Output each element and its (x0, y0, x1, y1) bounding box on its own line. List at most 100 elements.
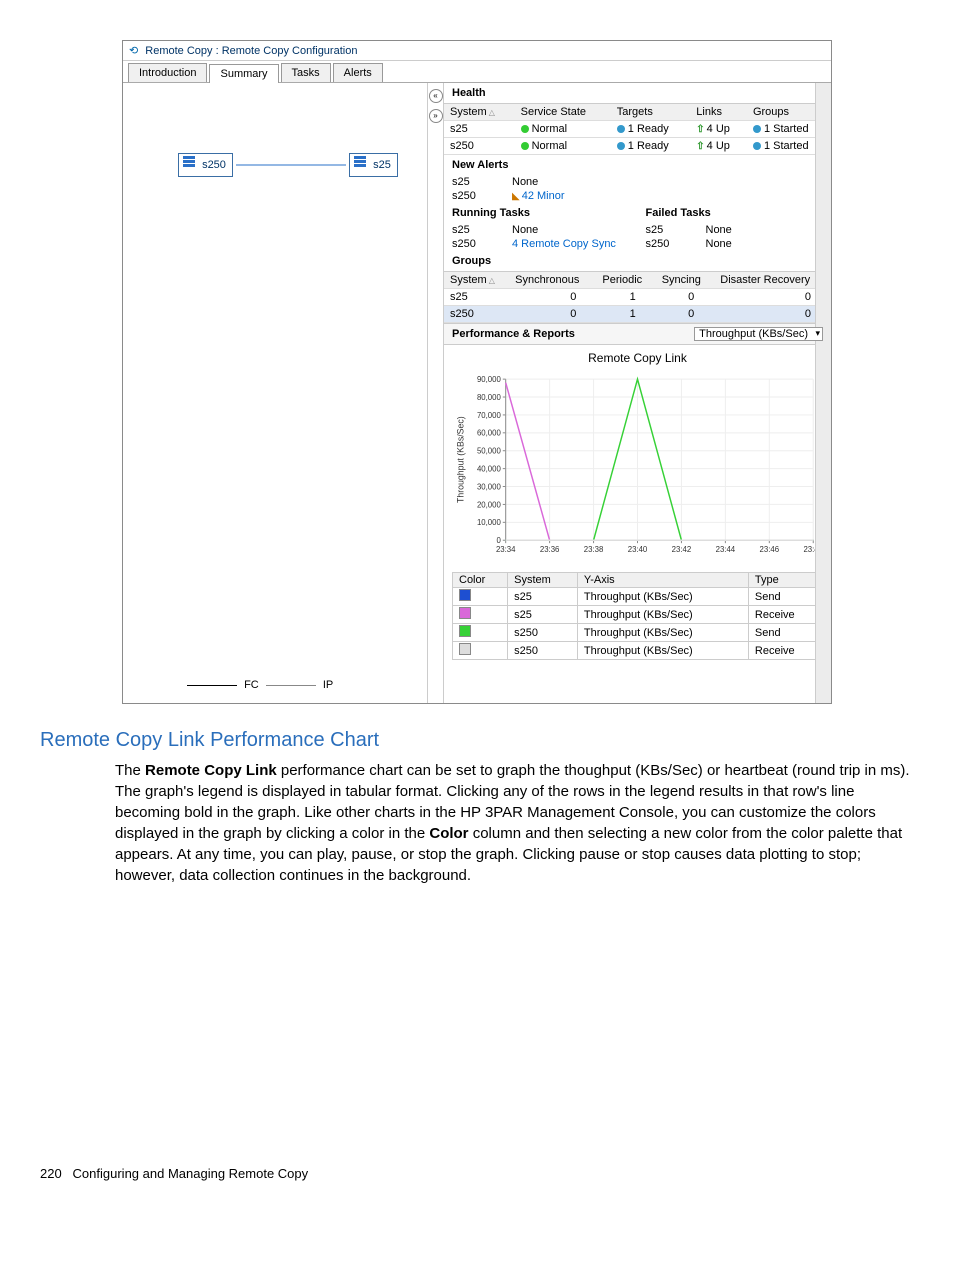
scrollbar-vertical[interactable] (815, 83, 831, 703)
table-row[interactable]: s25 Normal 1 Ready ⇧4 Up 1 Started (444, 121, 831, 138)
svg-text:20,000: 20,000 (477, 500, 502, 509)
server-icon (183, 156, 197, 174)
chart-metric-select[interactable]: Throughput (KBs/Sec) (694, 327, 823, 341)
topology-node-left[interactable]: s250 (178, 153, 233, 177)
svg-text:90,000: 90,000 (477, 375, 502, 384)
perf-header: Performance & Reports (452, 328, 575, 340)
svg-text:23:38: 23:38 (584, 545, 604, 554)
table-row[interactable]: s250 Normal 1 Ready ⇧4 Up 1 Started (444, 138, 831, 155)
list-item: s25 None (444, 175, 831, 189)
chart-title: Remote Copy Link (452, 349, 823, 367)
alert-minor-icon: ◣ (512, 191, 520, 202)
alerts-link[interactable]: 42 Minor (522, 190, 565, 202)
list-item: s250 4 Remote Copy Sync (444, 237, 638, 251)
status-dot-icon (753, 125, 761, 133)
col-targets[interactable]: Targets (611, 104, 690, 121)
topology-link-line (236, 155, 346, 175)
svg-text:23:42: 23:42 (672, 545, 692, 554)
tab-introduction[interactable]: Introduction (128, 63, 207, 82)
tab-summary[interactable]: Summary (209, 64, 278, 83)
table-row[interactable]: s25 0 1 0 0 (444, 289, 831, 306)
col-yaxis[interactable]: Y-Axis (577, 573, 748, 588)
topology-pane: s250 s25 FC IP (123, 83, 428, 703)
tab-bar: Introduction Summary Tasks Alerts (123, 61, 831, 83)
remote-copy-icon: ⟲ (129, 45, 138, 57)
col-periodic[interactable]: Periodic (596, 272, 655, 289)
running-tasks-link[interactable]: 4 Remote Copy Sync (512, 238, 616, 250)
svg-text:10,000: 10,000 (477, 518, 502, 527)
color-swatch[interactable] (459, 643, 471, 655)
col-syncing[interactable]: Syncing (656, 272, 715, 289)
tab-tasks[interactable]: Tasks (281, 63, 331, 82)
failed-tasks-header: Failed Tasks (638, 203, 832, 223)
perf-chart: Remote Copy Link 0 10,000 20,000 30,000 40,0… (444, 345, 831, 660)
tab-alerts[interactable]: Alerts (333, 63, 383, 82)
color-swatch[interactable] (459, 589, 471, 601)
svg-text:70,000: 70,000 (477, 411, 502, 420)
legend-row[interactable]: s250Throughput (KBs/Sec)Send (453, 624, 823, 642)
doc-section: Remote Copy Link Performance Chart The R… (40, 729, 914, 886)
svg-text:23:34: 23:34 (496, 545, 516, 554)
legend-row[interactable]: s250Throughput (KBs/Sec)Receive (453, 642, 823, 660)
svg-text:Throughput (KBs/Sec): Throughput (KBs/Sec) (456, 416, 466, 503)
list-item: s250 None (638, 237, 832, 251)
col-system[interactable]: System△ (444, 272, 509, 289)
status-dot-icon (753, 142, 761, 150)
col-system[interactable]: System△ (444, 104, 515, 121)
legend-row[interactable]: s25Throughput (KBs/Sec)Receive (453, 606, 823, 624)
app-window: ⟲ Remote Copy : Remote Copy Configuratio… (122, 40, 832, 704)
svg-text:23:46: 23:46 (760, 545, 780, 554)
window-title: Remote Copy : Remote Copy Configuration (145, 45, 357, 57)
sort-icon: △ (489, 108, 495, 117)
color-swatch[interactable] (459, 607, 471, 619)
window-titlebar: ⟲ Remote Copy : Remote Copy Configuratio… (123, 41, 831, 61)
status-dot-icon (521, 142, 529, 150)
groups-table: System△ Synchronous Periodic Syncing Dis… (444, 271, 831, 323)
svg-text:80,000: 80,000 (477, 393, 502, 402)
sort-icon: △ (489, 276, 495, 285)
section-body: The Remote Copy Link performance chart c… (115, 760, 914, 886)
svg-text:23:36: 23:36 (540, 545, 560, 554)
color-swatch[interactable] (459, 625, 471, 637)
svg-text:0: 0 (496, 536, 501, 545)
legend-connection-types: FC IP (183, 679, 333, 691)
chart-legend-table: Color System Y-Axis Type s25Throughput (… (452, 572, 823, 660)
up-arrow-icon: ⇧ (696, 124, 704, 135)
expand-right-icon[interactable]: » (429, 109, 443, 123)
svg-text:30,000: 30,000 (477, 482, 502, 491)
list-item: s25 None (444, 223, 638, 237)
col-type[interactable]: Type (748, 573, 822, 588)
status-dot-icon (521, 125, 529, 133)
col-system[interactable]: System (508, 573, 578, 588)
svg-text:23:44: 23:44 (716, 545, 736, 554)
section-heading: Remote Copy Link Performance Chart (40, 729, 914, 752)
details-pane: Health System△ Service State Targets Lin… (444, 83, 831, 703)
running-tasks-header: Running Tasks (444, 203, 638, 223)
health-table: System△ Service State Targets Links Grou… (444, 103, 831, 155)
chart-svg: 0 10,000 20,000 30,000 40,000 50,000 60,000 70,… (452, 367, 823, 567)
server-icon (354, 156, 368, 174)
table-row[interactable]: s250 0 1 0 0 (444, 306, 831, 323)
status-dot-icon (617, 125, 625, 133)
col-service-state[interactable]: Service State (515, 104, 611, 121)
legend-row[interactable]: s25Throughput (KBs/Sec)Send (453, 588, 823, 606)
svg-text:23:40: 23:40 (628, 545, 648, 554)
page-footer: 220 Configuring and Managing Remote Copy (40, 1166, 914, 1181)
svg-text:40,000: 40,000 (477, 465, 502, 474)
col-synchronous[interactable]: Synchronous (509, 272, 596, 289)
col-links[interactable]: Links (690, 104, 747, 121)
health-header: Health (444, 83, 831, 103)
col-disaster-recovery[interactable]: Disaster Recovery (714, 272, 831, 289)
collapse-left-icon[interactable]: « (429, 89, 443, 103)
list-item: s25 None (638, 223, 832, 237)
up-arrow-icon: ⇧ (696, 141, 704, 152)
status-dot-icon (617, 142, 625, 150)
svg-text:60,000: 60,000 (477, 429, 502, 438)
col-color[interactable]: Color (453, 573, 508, 588)
list-item: s250 ◣42 Minor (444, 189, 831, 203)
topology-node-right[interactable]: s25 (349, 153, 398, 177)
groups-header: Groups (444, 251, 831, 271)
pane-controls: « » (428, 83, 444, 703)
new-alerts-header: New Alerts (444, 155, 831, 175)
svg-text:50,000: 50,000 (477, 447, 502, 456)
